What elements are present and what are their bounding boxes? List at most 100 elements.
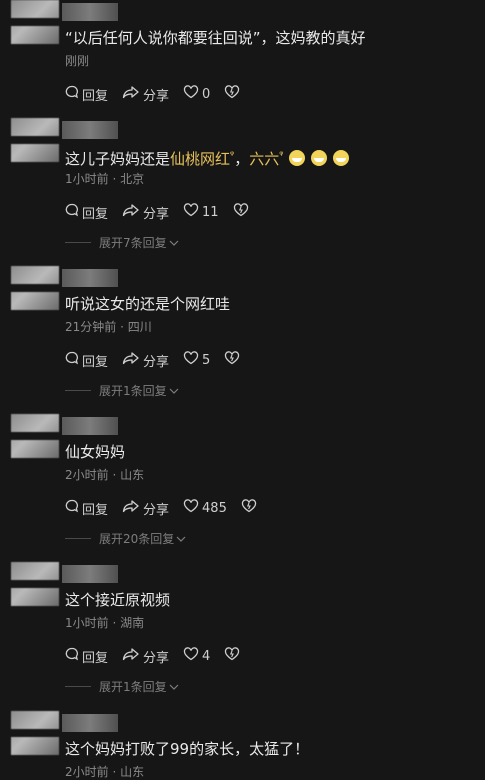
comment-text-segment: ，	[234, 150, 250, 168]
reply-icon	[65, 85, 82, 103]
reply-button[interactable]: 回复	[65, 499, 108, 518]
like-count: 4	[202, 648, 211, 664]
broken-heart-icon	[233, 203, 252, 221]
share-button[interactable]: 分享	[122, 203, 169, 222]
comment-meta: 2小时前 · 山东	[65, 468, 145, 482]
avatar[interactable]	[11, 266, 59, 310]
chevron-down-icon	[176, 535, 186, 543]
share-button[interactable]: 分享	[122, 499, 169, 518]
avatar[interactable]	[11, 711, 59, 755]
chevron-down-icon	[169, 239, 179, 247]
expand-replies-label: 展开1条回复	[99, 680, 167, 694]
expand-replies-label: 展开7条回复	[99, 236, 167, 250]
username-blurred[interactable]	[62, 417, 118, 435]
search-icon[interactable]: ᵠ	[279, 150, 283, 161]
chevron-down-icon	[169, 387, 179, 395]
dislike-button[interactable]	[224, 85, 243, 103]
reply-label: 回复	[82, 354, 109, 370]
username-blurred[interactable]	[62, 269, 118, 287]
avatar[interactable]	[11, 414, 59, 458]
like-count: 11	[202, 204, 219, 220]
like-button[interactable]: 0	[183, 85, 210, 103]
like-button[interactable]: 4	[183, 647, 210, 665]
chevron-down-icon	[169, 683, 179, 691]
comment-text-segment: 仙女妈妈	[65, 443, 126, 461]
share-icon	[122, 647, 143, 665]
like-count: 485	[202, 500, 227, 516]
like-button[interactable]: 11	[183, 203, 219, 221]
divider	[65, 538, 91, 539]
heart-icon	[183, 647, 202, 665]
dislike-button[interactable]	[233, 203, 252, 221]
comment-text: 这个妈妈打败了99的家长，太猛了！	[65, 739, 467, 759]
like-count: 0	[202, 86, 211, 102]
dislike-button[interactable]	[224, 647, 243, 665]
reply-button[interactable]: 回复	[65, 85, 108, 104]
comment-text: “以后任何人说你都要往回说”，这妈教的真好	[65, 28, 467, 48]
share-icon	[122, 85, 143, 103]
search-keyword-link[interactable]: 六六	[249, 150, 279, 168]
reply-icon	[65, 351, 82, 369]
share-button[interactable]: 分享	[122, 85, 169, 104]
comment-text: 听说这女的还是个网红哇	[65, 294, 467, 314]
heart-icon	[183, 499, 202, 517]
grin-emoji	[311, 150, 328, 166]
reply-button[interactable]: 回复	[65, 203, 108, 222]
comment-actions: 回复 分享 11	[65, 202, 266, 222]
reply-button[interactable]: 回复	[65, 647, 108, 666]
reply-label: 回复	[82, 502, 109, 518]
share-label: 分享	[143, 354, 170, 370]
expand-replies-link[interactable]: 展开1条回复	[65, 678, 179, 695]
comment-meta: 1小时前 · 湖南	[65, 616, 145, 630]
search-keyword-link[interactable]: 仙桃网红	[170, 150, 230, 168]
avatar[interactable]	[11, 562, 59, 606]
dislike-button[interactable]	[224, 351, 243, 369]
comment-actions: 回复 分享 0	[65, 84, 257, 104]
avatar[interactable]	[11, 118, 59, 162]
reply-icon	[65, 203, 82, 221]
comment-text: 这个接近原视频	[65, 590, 467, 610]
comment-meta: 1小时前 · 北京	[65, 172, 145, 186]
share-icon	[122, 351, 143, 369]
comment-text-segment: “以后任何人说你都要往回说”，这妈教的真好	[65, 29, 366, 47]
username-blurred[interactable]	[62, 121, 118, 139]
like-button[interactable]: 5	[183, 351, 210, 369]
username-blurred[interactable]	[62, 714, 118, 732]
expand-replies-link[interactable]: 展开7条回复	[65, 234, 179, 251]
comment-text: 仙女妈妈	[65, 442, 467, 462]
broken-heart-icon	[224, 85, 243, 103]
share-label: 分享	[143, 502, 170, 518]
heart-icon	[183, 351, 202, 369]
grin-emoji	[289, 150, 306, 166]
share-label: 分享	[143, 88, 170, 104]
comment-text-segment: 这个妈妈打败了99的家长，太猛了！	[65, 740, 310, 758]
share-button[interactable]: 分享	[122, 351, 169, 370]
comment-actions: 回复 分享 485	[65, 498, 274, 518]
share-label: 分享	[143, 650, 170, 666]
divider	[65, 242, 91, 243]
reply-button[interactable]: 回复	[65, 351, 108, 370]
divider	[65, 686, 91, 687]
like-count: 5	[202, 352, 211, 368]
like-button[interactable]: 485	[183, 499, 227, 517]
heart-icon	[183, 203, 202, 221]
comment-text-segment: 听说这女的还是个网红哇	[65, 295, 231, 313]
expand-replies-link[interactable]: 展开1条回复	[65, 382, 179, 399]
dislike-button[interactable]	[241, 499, 260, 517]
comment-meta: 21分钟前 · 四川	[65, 320, 152, 334]
username-blurred[interactable]	[62, 3, 118, 21]
divider	[65, 390, 91, 391]
comment-actions: 回复 分享 5	[65, 350, 257, 370]
username-blurred[interactable]	[62, 565, 118, 583]
expand-replies-label: 展开1条回复	[99, 384, 167, 398]
expand-replies-link[interactable]: 展开20条回复	[65, 530, 186, 547]
reply-icon	[65, 647, 82, 665]
broken-heart-icon	[224, 647, 243, 665]
avatar[interactable]	[11, 0, 59, 44]
share-button[interactable]: 分享	[122, 647, 169, 666]
reply-label: 回复	[82, 650, 109, 666]
heart-icon	[183, 85, 202, 103]
broken-heart-icon	[224, 351, 243, 369]
comment-text-segment: 这个接近原视频	[65, 591, 171, 609]
comment-text-segment: 这儿子妈妈还是	[65, 150, 171, 168]
